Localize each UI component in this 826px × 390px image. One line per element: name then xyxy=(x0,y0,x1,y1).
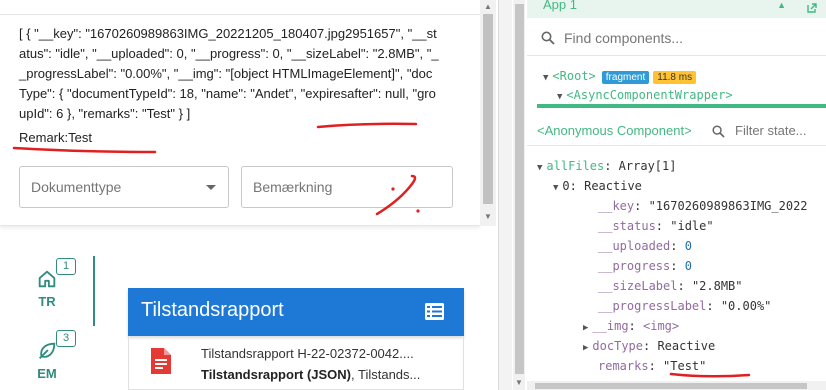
search-placeholder: Find components... xyxy=(564,30,684,46)
state-value: "1670260989863IMG_2022 xyxy=(648,199,808,213)
expand-arrow-icon[interactable]: ▶ xyxy=(583,323,588,333)
tree-node-async-wrapper[interactable]: ▼ <AsyncComponentWrapper> xyxy=(557,86,733,104)
state-value: Reactive xyxy=(584,179,642,193)
document-title: Tilstandsrapport H-22-02372-0042.... xyxy=(201,346,414,361)
expand-arrow-icon[interactable]: ▼ xyxy=(557,92,562,102)
state-key: __key xyxy=(598,199,635,213)
tree-node-root[interactable]: ▼ <Root> fragment 11.8 ms xyxy=(543,67,697,85)
remark-input[interactable]: Bemærkning xyxy=(241,166,453,208)
state-key: __uploaded xyxy=(598,239,671,253)
inspector-header: <Anonymous Component> Filter state... xyxy=(527,116,826,146)
state-key: __sizeLabel xyxy=(598,279,678,293)
nav-badge-tr: 1 xyxy=(56,258,76,275)
state-row-progress: __progress: 0 xyxy=(598,259,692,273)
state-key: allFiles xyxy=(546,159,605,173)
state-row-item0[interactable]: ▼ 0: Reactive xyxy=(553,176,642,196)
state-row-remarks: remarks: "Test" xyxy=(598,359,707,373)
report-title: Tilstandsrapport xyxy=(141,299,284,321)
root-label: <Root> xyxy=(552,69,596,83)
horizontal-scroll-thumb[interactable] xyxy=(535,383,807,389)
app-title: App 1 xyxy=(543,0,577,12)
app-pane: [ { "__key": "1670260989863IMG_20221205_… xyxy=(0,0,498,390)
expand-arrow-icon[interactable]: ▼ xyxy=(537,163,542,173)
report-document-row[interactable]: Tilstandsrapport H-22-02372-0042.... Til… xyxy=(128,336,464,390)
state-key: 0 xyxy=(562,179,570,193)
selected-component-name: <Anonymous Component> xyxy=(537,123,692,138)
nav-active-divider xyxy=(93,256,95,326)
document-type-bold: Tilstandsrapport (JSON) xyxy=(201,367,352,382)
open-in-new-icon[interactable] xyxy=(806,2,818,14)
state-row-progresslabel: __progressLabel: "0.00%" xyxy=(598,299,772,313)
document-type-rest: , Tilstands... xyxy=(351,367,421,382)
scroll-up-icon[interactable]: ▲ xyxy=(482,2,494,12)
expand-arrow-icon[interactable]: ▶ xyxy=(583,343,588,353)
state-row-status: __status: "idle" xyxy=(598,219,714,233)
scroll-down-icon[interactable]: ▼ xyxy=(515,378,523,387)
state-key: __img xyxy=(592,319,629,333)
async-wrapper-label: <AsyncComponentWrapper> xyxy=(566,88,733,102)
fragment-badge: fragment xyxy=(601,71,650,84)
expand-arrow-icon[interactable]: ▼ xyxy=(543,73,548,83)
state-value: 0 xyxy=(684,239,692,253)
list-icon[interactable] xyxy=(425,303,444,320)
state-value: <img> xyxy=(643,319,680,333)
expand-arrow-icon[interactable]: ▼ xyxy=(553,183,558,193)
state-row-img[interactable]: ▶ __img: <img> xyxy=(583,316,679,336)
state-key: __progress xyxy=(598,259,671,273)
eco-icon xyxy=(39,342,56,359)
state-key: docType xyxy=(592,339,643,353)
devtools-scroll-thumb[interactable] xyxy=(515,4,524,374)
state-value: Reactive xyxy=(657,339,716,353)
search-icon xyxy=(712,125,725,138)
scroll-down-icon[interactable]: ▼ xyxy=(482,212,494,222)
pane-splitter[interactable] xyxy=(498,0,512,390)
chevron-down-icon xyxy=(206,185,216,190)
state-row-key: __key: "1670260989863IMG_2022 xyxy=(598,199,808,213)
state-value: "0.00%" xyxy=(720,299,772,313)
home-icon xyxy=(38,270,56,288)
component-search[interactable]: Find components... xyxy=(527,20,826,56)
expand-arrows-icon[interactable]: ▲ xyxy=(777,0,786,10)
vue-devtools-panel: App 1 ▲ Find components... ▼ <Root> fragme… xyxy=(527,0,826,390)
document-subtitle: Tilstandsrapport (JSON), Tilstands... xyxy=(201,367,420,382)
remark-output: Remark:Test xyxy=(19,130,92,145)
debug-json-output: [ { "__key": "1670260989863IMG_20221205_… xyxy=(19,26,439,121)
remark-placeholder: Bemærkning xyxy=(253,179,333,195)
state-key: __progressLabel xyxy=(598,299,707,313)
state-row-sizelabel: __sizeLabel: "2.8MB" xyxy=(598,279,743,293)
nav-label-tr: TR xyxy=(38,294,56,309)
state-key: remarks xyxy=(598,359,649,373)
card-divider xyxy=(0,14,480,15)
app-selector[interactable]: App 1 ▲ xyxy=(527,0,826,18)
search-icon xyxy=(541,31,555,45)
state-value: "Test" xyxy=(663,359,707,373)
state-value: "2.8MB" xyxy=(691,279,743,293)
state-row-uploaded: __uploaded: 0 xyxy=(598,239,692,253)
state-row-allfiles[interactable]: ▼ allFiles: Array[1] xyxy=(537,156,676,176)
render-time-badge: 11.8 ms xyxy=(653,71,697,84)
report-header: Tilstandsrapport xyxy=(128,288,464,336)
state-key: __status xyxy=(598,219,656,233)
selected-node-highlight xyxy=(537,104,826,108)
nav-label-em: EM xyxy=(37,366,57,381)
upload-card: [ { "__key": "1670260989863IMG_20221205_… xyxy=(0,0,480,226)
pdf-file-icon xyxy=(151,348,171,374)
card-scroll-thumb[interactable] xyxy=(483,14,493,204)
filter-state-input[interactable]: Filter state... xyxy=(735,123,807,138)
state-value: "idle" xyxy=(670,219,714,233)
state-value: 0 xyxy=(684,259,692,273)
nav-badge-em: 3 xyxy=(56,330,76,347)
doc-type-select[interactable]: Dokumenttype xyxy=(19,166,229,208)
state-row-doctype[interactable]: ▶ docType: Reactive xyxy=(583,336,715,356)
doc-type-placeholder: Dokumenttype xyxy=(31,179,122,195)
state-value: Array[1] xyxy=(618,159,677,173)
